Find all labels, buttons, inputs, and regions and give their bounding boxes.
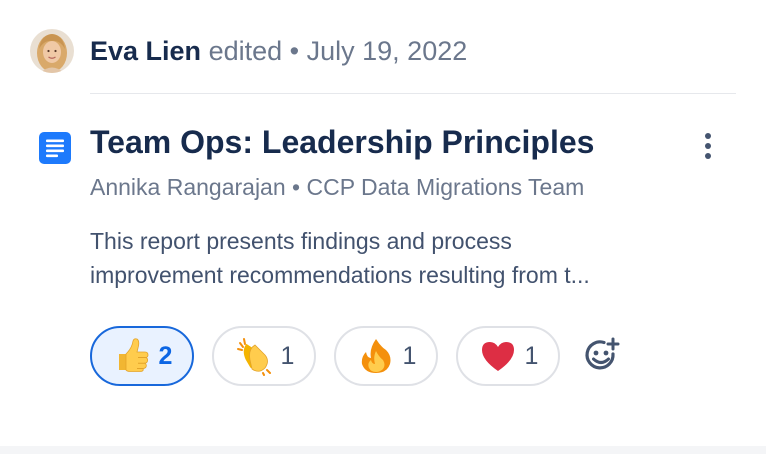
- reaction-count: 2: [158, 341, 173, 370]
- activity-header: Eva Lien edited • July 19, 2022: [30, 28, 467, 74]
- feed-separator: [0, 446, 766, 454]
- reaction-count: 1: [524, 341, 539, 370]
- clapping-hands-icon: [236, 338, 271, 376]
- reaction-heart[interactable]: 1: [456, 326, 560, 386]
- document-icon: [38, 131, 72, 165]
- document-title[interactable]: Team Ops: Leadership Principles: [90, 124, 594, 161]
- reaction-clap[interactable]: 1: [212, 326, 316, 386]
- author-name[interactable]: Eva Lien: [90, 36, 201, 66]
- meta-separator: •: [292, 174, 301, 200]
- add-emoji-icon: [585, 337, 620, 370]
- excerpt-line: improvement recommendations resulting fr…: [90, 262, 590, 288]
- activity-date: July 19, 2022: [306, 35, 468, 66]
- reaction-thumbs-up[interactable]: 2: [90, 326, 194, 386]
- document-excerpt: This report presents findings and proces…: [90, 224, 730, 292]
- more-options-button[interactable]: [690, 128, 726, 164]
- red-heart-icon: [481, 342, 514, 371]
- divider: [90, 93, 736, 94]
- reaction-count: 1: [402, 341, 417, 370]
- avatar[interactable]: [30, 29, 74, 73]
- reactions-bar: 2 1 1 1: [90, 326, 624, 386]
- activity-action: edited: [208, 35, 283, 66]
- activity-summary: Eva Lien edited • July 19, 2022: [90, 36, 467, 67]
- more-vertical-icon: [705, 133, 711, 159]
- reaction-count: 1: [280, 341, 295, 370]
- thumbs-up-icon: [118, 338, 148, 372]
- excerpt-line: This report presents findings and proces…: [90, 228, 512, 254]
- reaction-fire[interactable]: 1: [334, 326, 438, 386]
- separator-dot: •: [289, 35, 300, 66]
- add-reaction-button[interactable]: [580, 334, 624, 378]
- document-meta: Annika Rangarajan • CCP Data Migrations …: [90, 174, 584, 201]
- activity-feed-card: Eva Lien edited • July 19, 2022 Team Ops…: [0, 0, 766, 446]
- fire-icon: [361, 339, 391, 373]
- space-name[interactable]: CCP Data Migrations Team: [306, 174, 584, 200]
- document-owner[interactable]: Annika Rangarajan: [90, 174, 286, 200]
